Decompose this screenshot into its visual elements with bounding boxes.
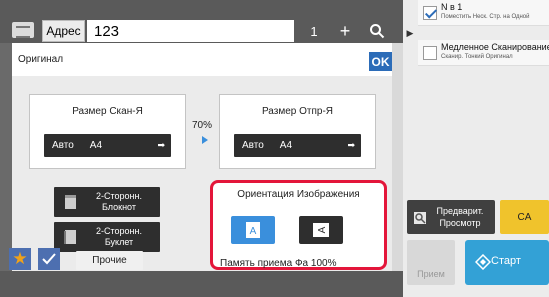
scan-size-card: Размер Скан-Я Авто A4 ➡ — [29, 94, 186, 169]
ratio-arrow-icon — [202, 136, 208, 144]
image-orientation-panel: Ориентация Изображения A A — [210, 180, 387, 270]
receive-label: Прием — [417, 269, 445, 279]
arrow-right-icon: ➡ — [157, 140, 165, 150]
svg-text:A: A — [250, 226, 257, 237]
scan-size-title: Размер Скан-Я — [72, 106, 143, 117]
duplex-booklet-button[interactable]: 2-Сторонн. Буклет — [54, 222, 160, 252]
preview-icon — [414, 212, 426, 224]
address-book-icon[interactable] — [12, 22, 34, 38]
dialog-title: Оригинал — [18, 54, 64, 65]
start-button[interactable]: Старт — [465, 240, 549, 285]
list-item-slow-scan[interactable]: Медленное Сканирование Сканир. Тонкий Ор… — [418, 40, 549, 66]
list-item-main-label: Медленное Сканирование — [441, 42, 549, 52]
start-label: Старт — [491, 255, 521, 267]
orientation-landscape-button[interactable]: A — [299, 216, 343, 244]
duplex-book-label: 2-Сторонн. Блокнот — [96, 191, 142, 212]
other-button[interactable]: Прочие — [76, 251, 143, 270]
orientation-title: Ориентация Изображения — [237, 189, 360, 200]
preview-button[interactable]: Предварит. Просмотр — [407, 200, 495, 234]
book-icon — [65, 195, 76, 209]
ratio-label: 70% — [192, 120, 213, 131]
checkbox-n-in-1[interactable] — [423, 6, 437, 20]
send-size-mode: Авто — [242, 140, 264, 151]
panel-collapse-icon[interactable]: ▶ — [403, 26, 417, 40]
star-icon: ★ — [12, 249, 28, 268]
start-diamond-icon — [475, 254, 491, 270]
list-item-sub-label: Поместить Неск. Стр. на Одной — [441, 14, 530, 20]
list-item-n-in-1[interactable]: N в 1 Поместить Неск. Стр. на Одной — [418, 0, 549, 26]
search-icon — [370, 24, 385, 39]
bottom-bar — [0, 271, 403, 297]
left-strip — [0, 43, 12, 277]
list-item-sub-label: Сканир. Тонкий Оригинал — [441, 54, 513, 60]
duplex-booklet-label: 2-Сторонн. Буклет — [96, 226, 142, 247]
arrow-right-icon: ➡ — [347, 140, 355, 150]
checkbox-slow-scan[interactable] — [423, 46, 437, 60]
landscape-letter-a-icon: A — [313, 223, 329, 237]
check-button[interactable] — [38, 248, 60, 270]
fax-memory-status: Память приема Фа 100% — [220, 258, 337, 269]
ok-button[interactable]: OK — [369, 52, 392, 71]
scan-size-mode: Авто — [52, 140, 74, 151]
send-size-title: Размер Отпр-Я — [261, 106, 334, 117]
duplex-book-button[interactable]: 2-Сторонн. Блокнот — [54, 187, 160, 217]
destination-count: 1 — [310, 23, 318, 39]
favorites-button[interactable]: ★ — [9, 248, 31, 270]
orientation-portrait-button[interactable]: A — [231, 216, 275, 244]
send-size-card: Размер Отпр-Я Авто A4 ➡ — [219, 94, 376, 169]
booklet-icon — [64, 230, 76, 244]
address-button[interactable]: Адрес — [42, 20, 85, 42]
preview-label: Предварит. Просмотр — [436, 206, 484, 228]
svg-text:A: A — [317, 226, 328, 233]
send-size-value: A4 — [279, 140, 293, 151]
send-size-button[interactable]: Авто A4 ➡ — [234, 134, 361, 157]
ca-button[interactable]: CA — [500, 200, 549, 234]
search-button[interactable] — [363, 20, 391, 42]
receive-button[interactable]: Прием — [407, 240, 455, 285]
portrait-letter-a-icon: A — [246, 222, 260, 238]
address-input[interactable]: 123 — [87, 20, 294, 42]
list-item-main-label: N в 1 — [441, 2, 463, 12]
scan-size-button[interactable]: Авто A4 ➡ — [44, 134, 171, 157]
scan-size-value: A4 — [89, 140, 103, 151]
check-icon — [42, 253, 56, 265]
add-destination-button[interactable]: + — [331, 20, 359, 42]
